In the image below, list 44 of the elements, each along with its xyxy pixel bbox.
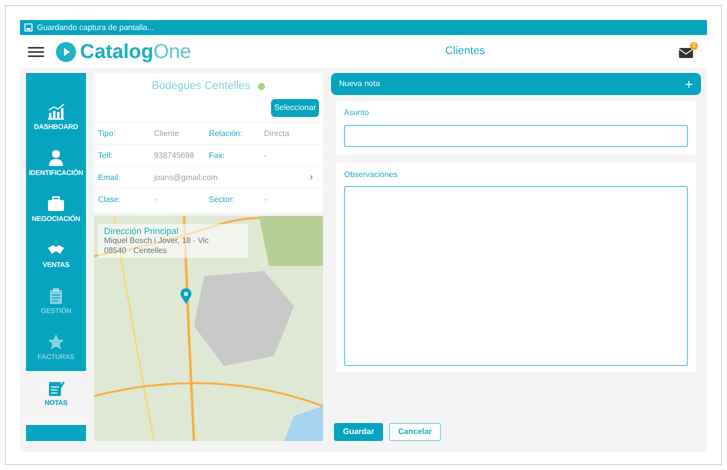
- map-pin-icon: [180, 288, 192, 304]
- field-value: -: [154, 194, 158, 206]
- briefcase-icon: [47, 194, 65, 213]
- observations-field[interactable]: [344, 186, 688, 366]
- play-logo-icon: [56, 42, 76, 62]
- field-label: Asunto: [344, 107, 370, 119]
- page-title: Clientes: [444, 44, 486, 60]
- field-label: Email:: [98, 172, 122, 184]
- field-value: Cliente: [154, 128, 180, 140]
- add-button[interactable]: +: [684, 77, 693, 91]
- note-icon: [47, 378, 65, 397]
- field-label: Relación:: [209, 128, 244, 140]
- menu-icon: [28, 46, 44, 58]
- clipboard-icon: [47, 286, 65, 305]
- field-value: -: [264, 150, 267, 162]
- subject-field[interactable]: [344, 125, 688, 147]
- person-icon: [47, 148, 65, 167]
- field-label: Clase:: [98, 194, 122, 206]
- screenshot-icon: [24, 23, 33, 32]
- field-label: Tipo:: [98, 128, 116, 140]
- field-label: Fax:: [209, 150, 226, 162]
- mail-icon: [679, 46, 694, 58]
- bar-chart-icon: [47, 102, 65, 121]
- save-button[interactable]: Guardar: [334, 423, 384, 441]
- field-label: Sector:: [209, 194, 236, 206]
- status-text: Guardando captura de pantalla...: [37, 22, 154, 34]
- field-label: Observaciones: [344, 169, 398, 181]
- menu-button[interactable]: [28, 46, 44, 58]
- client-name: Bodegues Centelles: [152, 78, 250, 94]
- field-value: joans@gmail.com: [154, 172, 219, 184]
- field-value: 938745698: [154, 150, 196, 162]
- star-icon: [47, 332, 65, 351]
- field-value: Directa: [264, 128, 290, 140]
- cancel-button[interactable]: Cancelar: [389, 423, 441, 441]
- field-label: Telf:: [98, 150, 114, 162]
- address-title: Dirección Principal: [104, 226, 180, 236]
- address-line: 08540 · Centelles: [104, 246, 168, 256]
- chevron-icon: ›: [310, 170, 313, 185]
- note-title: Nueva nota: [339, 78, 380, 90]
- select-button[interactable]: Seleccionar: [271, 99, 319, 117]
- app-logo: CatalogOne: [80, 40, 192, 64]
- field-value: -: [264, 194, 267, 206]
- address-line: Miquel Bosch i Jover, 18 · Vic: [104, 236, 210, 246]
- sidebar-footer: [26, 425, 86, 441]
